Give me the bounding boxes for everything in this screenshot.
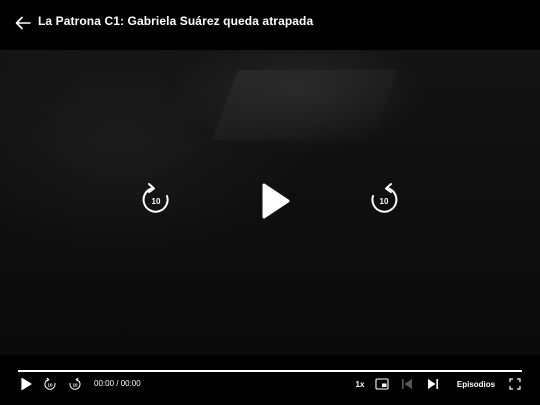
- top-bar: La Patrona C1: Gabriela Suárez queda atr…: [0, 0, 540, 45]
- episodes-button[interactable]: Episodios: [456, 378, 496, 390]
- rewind-seconds-label: 10: [152, 197, 161, 206]
- small-forward-10-button[interactable]: 10: [67, 376, 83, 392]
- progress-fill: [18, 370, 522, 372]
- skip-previous-icon: [402, 379, 412, 389]
- play-icon: [262, 183, 290, 219]
- small-rewind-seconds-label: 10: [47, 383, 53, 388]
- video-title: La Patrona C1: Gabriela Suárez queda atr…: [38, 14, 314, 28]
- picture-in-picture-button[interactable]: [374, 377, 390, 391]
- rewind-10-icon: 10: [142, 183, 169, 213]
- next-episode-button[interactable]: [425, 377, 441, 391]
- small-rewind-10-button[interactable]: 10: [42, 376, 58, 392]
- small-play-button[interactable]: [18, 376, 34, 392]
- play-icon: [21, 377, 32, 391]
- video-player[interactable]: La Patrona C1: Gabriela Suárez queda atr…: [0, 0, 540, 405]
- rewind-10-icon: 10: [44, 377, 56, 390]
- time-display: 00:00 / 00:00: [94, 379, 141, 388]
- playback-speed-button[interactable]: 1x: [352, 378, 368, 390]
- forward-seconds-label: 10: [380, 197, 389, 206]
- forward-10-icon: 10: [371, 183, 398, 213]
- skip-next-icon: [428, 379, 438, 389]
- arrow-left-icon: [15, 16, 31, 30]
- previous-episode-button[interactable]: [399, 377, 415, 391]
- back-button[interactable]: [12, 12, 34, 34]
- progress-bar[interactable]: [18, 370, 522, 372]
- picture-in-picture-icon: [375, 378, 389, 390]
- rewind-10-button[interactable]: 10: [140, 182, 172, 218]
- video-light-streak: [212, 70, 398, 140]
- fullscreen-icon: [509, 378, 521, 390]
- small-forward-seconds-label: 10: [72, 383, 78, 388]
- forward-10-button[interactable]: 10: [368, 182, 400, 218]
- play-button[interactable]: [258, 182, 292, 220]
- fullscreen-button[interactable]: [507, 377, 523, 391]
- forward-10-icon: 10: [69, 377, 81, 390]
